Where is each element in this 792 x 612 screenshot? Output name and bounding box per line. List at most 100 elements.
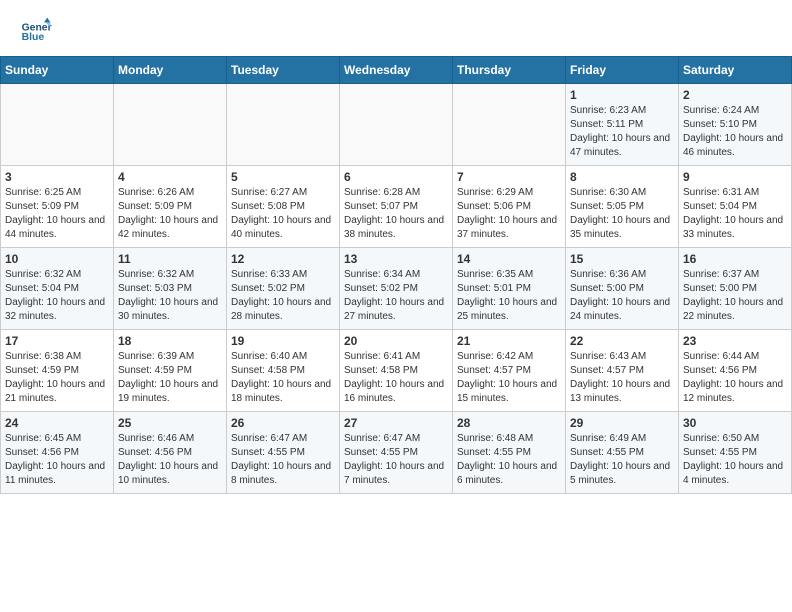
day-info: Sunrise: 6:47 AM Sunset: 4:55 PM Dayligh… — [231, 432, 335, 488]
day-info: Sunrise: 6:45 AM Sunset: 4:56 PM Dayligh… — [5, 432, 109, 488]
calendar-cell: 27 Sunrise: 6:47 AM Sunset: 4:55 PM Dayli… — [340, 412, 453, 494]
day-info: Sunrise: 6:38 AM Sunset: 4:59 PM Dayligh… — [5, 350, 109, 406]
calendar-cell: 16Sunrise: 6:37 AM Sunset: 5:00 PM Dayli… — [679, 248, 792, 330]
calendar-table: SundayMondayTuesdayWednesdayThursdayFrid… — [0, 56, 792, 494]
calendar-row: 10 Sunrise: 6:32 AM Sunset: 5:04 PM Dayli… — [1, 248, 792, 330]
day-info: Sunrise: 6:43 AM Sunset: 4:57 PM Dayligh… — [570, 350, 674, 406]
calendar-cell: 25 Sunrise: 6:46 AM Sunset: 4:56 PM Dayli… — [114, 412, 227, 494]
calendar-row: 17 Sunrise: 6:38 AM Sunset: 4:59 PM Dayli… — [1, 330, 792, 412]
calendar-cell: 12 Sunrise: 6:33 AM Sunset: 5:02 PM Dayli… — [227, 248, 340, 330]
day-info: Sunrise: 6:46 AM Sunset: 4:56 PM Dayligh… — [118, 432, 222, 488]
day-number: 20 — [344, 334, 448, 348]
calendar-cell: 6 Sunrise: 6:28 AM Sunset: 5:07 PM Daylig… — [340, 166, 453, 248]
day-number: 28 — [457, 416, 561, 430]
day-info: Sunrise: 6:47 AM Sunset: 4:55 PM Dayligh… — [344, 432, 448, 488]
calendar-cell: 4 Sunrise: 6:26 AM Sunset: 5:09 PM Daylig… — [114, 166, 227, 248]
day-info: Sunrise: 6:44 AM Sunset: 4:56 PM Dayligh… — [683, 350, 787, 406]
day-number: 12 — [231, 252, 335, 266]
day-info: Sunrise: 6:32 AM Sunset: 5:03 PM Dayligh… — [118, 268, 222, 324]
calendar-cell: 5 Sunrise: 6:27 AM Sunset: 5:08 PM Daylig… — [227, 166, 340, 248]
day-info: Sunrise: 6:33 AM Sunset: 5:02 PM Dayligh… — [231, 268, 335, 324]
day-number: 4 — [118, 170, 222, 184]
day-info: Sunrise: 6:23 AM Sunset: 5:11 PM Dayligh… — [570, 104, 674, 160]
day-info: Sunrise: 6:48 AM Sunset: 4:55 PM Dayligh… — [457, 432, 561, 488]
calendar-cell: 20Sunrise: 6:41 AM Sunset: 4:58 PM Dayli… — [340, 330, 453, 412]
day-info: Sunrise: 6:49 AM Sunset: 4:55 PM Dayligh… — [570, 432, 674, 488]
logo: General Blue — [20, 16, 52, 48]
day-number: 29 — [570, 416, 674, 430]
day-info: Sunrise: 6:34 AM Sunset: 5:02 PM Dayligh… — [344, 268, 448, 324]
day-info: Sunrise: 6:28 AM Sunset: 5:07 PM Dayligh… — [344, 186, 448, 242]
day-info: Sunrise: 6:27 AM Sunset: 5:08 PM Dayligh… — [231, 186, 335, 242]
calendar-row: 24Sunrise: 6:45 AM Sunset: 4:56 PM Dayli… — [1, 412, 792, 494]
calendar-cell: 13 Sunrise: 6:34 AM Sunset: 5:02 PM Dayli… — [340, 248, 453, 330]
calendar-cell: 11 Sunrise: 6:32 AM Sunset: 5:03 PM Dayli… — [114, 248, 227, 330]
day-info: Sunrise: 6:36 AM Sunset: 5:00 PM Dayligh… — [570, 268, 674, 324]
calendar-cell: 28 Sunrise: 6:48 AM Sunset: 4:55 PM Dayli… — [453, 412, 566, 494]
day-number: 27 — [344, 416, 448, 430]
calendar-cell: 15 Sunrise: 6:36 AM Sunset: 5:00 PM Dayli… — [566, 248, 679, 330]
calendar-row: 1 Sunrise: 6:23 AM Sunset: 5:11 PM Daylig… — [1, 84, 792, 166]
day-info: Sunrise: 6:31 AM Sunset: 5:04 PM Dayligh… — [683, 186, 787, 242]
calendar-cell: 3 Sunrise: 6:25 AM Sunset: 5:09 PM Daylig… — [1, 166, 114, 248]
day-number: 17 — [5, 334, 109, 348]
calendar-cell: 30 Sunrise: 6:50 AM Sunset: 4:55 PM Dayli… — [679, 412, 792, 494]
calendar-cell: 23 Sunrise: 6:44 AM Sunset: 4:56 PM Dayli… — [679, 330, 792, 412]
calendar-cell: 17 Sunrise: 6:38 AM Sunset: 4:59 PM Dayli… — [1, 330, 114, 412]
calendar-cell: 1 Sunrise: 6:23 AM Sunset: 5:11 PM Daylig… — [566, 84, 679, 166]
weekday-header-cell: Tuesday — [227, 57, 340, 84]
weekday-header-cell: Saturday — [679, 57, 792, 84]
calendar-cell: 10 Sunrise: 6:32 AM Sunset: 5:04 PM Dayli… — [1, 248, 114, 330]
calendar-cell — [114, 84, 227, 166]
day-info: Sunrise: 6:30 AM Sunset: 5:05 PM Dayligh… — [570, 186, 674, 242]
calendar-cell: 14 Sunrise: 6:35 AM Sunset: 5:01 PM Dayli… — [453, 248, 566, 330]
weekday-header-cell: Thursday — [453, 57, 566, 84]
calendar-cell: 22 Sunrise: 6:43 AM Sunset: 4:57 PM Dayli… — [566, 330, 679, 412]
day-info: Sunrise: 6:50 AM Sunset: 4:55 PM Dayligh… — [683, 432, 787, 488]
day-number: 14 — [457, 252, 561, 266]
logo-icon: General Blue — [20, 16, 52, 48]
day-number: 21 — [457, 334, 561, 348]
day-number: 15 — [570, 252, 674, 266]
calendar-cell: 18 Sunrise: 6:39 AM Sunset: 4:59 PM Dayli… — [114, 330, 227, 412]
day-number: 25 — [118, 416, 222, 430]
calendar-body: 1 Sunrise: 6:23 AM Sunset: 5:11 PM Daylig… — [1, 84, 792, 494]
calendar-cell: 26Sunrise: 6:47 AM Sunset: 4:55 PM Dayli… — [227, 412, 340, 494]
day-info: Sunrise: 6:35 AM Sunset: 5:01 PM Dayligh… — [457, 268, 561, 324]
weekday-header-cell: Friday — [566, 57, 679, 84]
calendar-cell — [340, 84, 453, 166]
day-info: Sunrise: 6:32 AM Sunset: 5:04 PM Dayligh… — [5, 268, 109, 324]
calendar-cell — [1, 84, 114, 166]
calendar-cell — [453, 84, 566, 166]
day-number: 7 — [457, 170, 561, 184]
day-info: Sunrise: 6:26 AM Sunset: 5:09 PM Dayligh… — [118, 186, 222, 242]
calendar-header-row: SundayMondayTuesdayWednesdayThursdayFrid… — [1, 57, 792, 84]
day-number: 5 — [231, 170, 335, 184]
weekday-header-cell: Monday — [114, 57, 227, 84]
calendar-row: 3 Sunrise: 6:25 AM Sunset: 5:09 PM Daylig… — [1, 166, 792, 248]
day-number: 8 — [570, 170, 674, 184]
calendar-cell — [227, 84, 340, 166]
page-header: General Blue — [0, 0, 792, 56]
calendar-cell: 2Sunrise: 6:24 AM Sunset: 5:10 PM Daylig… — [679, 84, 792, 166]
day-info: Sunrise: 6:25 AM Sunset: 5:09 PM Dayligh… — [5, 186, 109, 242]
day-number: 3 — [5, 170, 109, 184]
day-info: Sunrise: 6:39 AM Sunset: 4:59 PM Dayligh… — [118, 350, 222, 406]
day-number: 13 — [344, 252, 448, 266]
day-info: Sunrise: 6:42 AM Sunset: 4:57 PM Dayligh… — [457, 350, 561, 406]
day-number: 2 — [683, 88, 787, 102]
calendar-cell: 24Sunrise: 6:45 AM Sunset: 4:56 PM Dayli… — [1, 412, 114, 494]
day-info: Sunrise: 6:40 AM Sunset: 4:58 PM Dayligh… — [231, 350, 335, 406]
day-number: 18 — [118, 334, 222, 348]
day-number: 11 — [118, 252, 222, 266]
day-number: 1 — [570, 88, 674, 102]
day-number: 6 — [344, 170, 448, 184]
day-number: 9 — [683, 170, 787, 184]
calendar-cell: 21 Sunrise: 6:42 AM Sunset: 4:57 PM Dayli… — [453, 330, 566, 412]
day-number: 22 — [570, 334, 674, 348]
day-number: 30 — [683, 416, 787, 430]
day-number: 10 — [5, 252, 109, 266]
day-number: 23 — [683, 334, 787, 348]
day-number: 16 — [683, 252, 787, 266]
svg-text:Blue: Blue — [22, 32, 45, 43]
